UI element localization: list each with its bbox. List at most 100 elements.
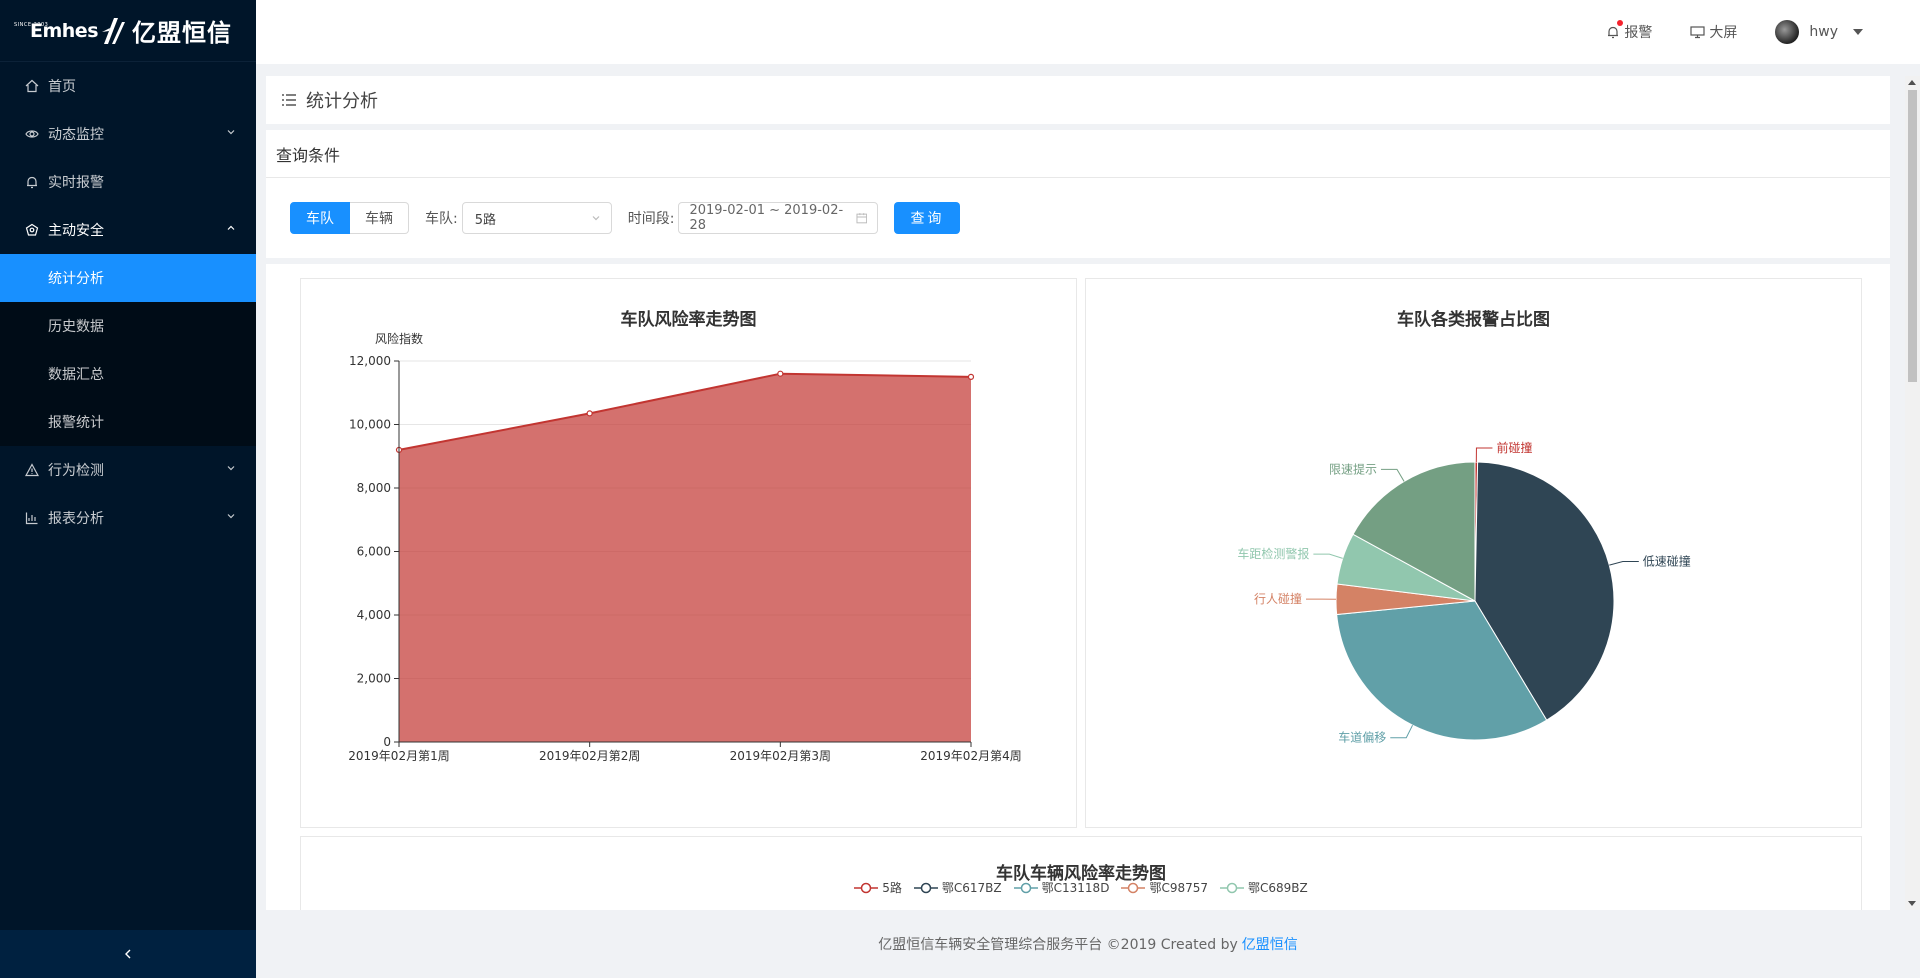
scroll-down-arrow-icon[interactable] bbox=[1908, 901, 1916, 906]
x-tick-label: 2019年02月第1周 bbox=[348, 749, 449, 763]
sidebar-item-reports[interactable]: 报表分析 bbox=[0, 494, 256, 542]
user-menu[interactable]: hwy bbox=[1775, 20, 1868, 44]
y-tick-label: 10,000 bbox=[349, 418, 391, 432]
list-icon bbox=[282, 94, 296, 106]
submenu-active-safety: 统计分析 历史数据 数据汇总 报警统计 bbox=[0, 254, 256, 446]
footer: 亿盟恒信车辆安全管理综合服务平台 ©2019 Created by 亿盟恒信 bbox=[256, 910, 1920, 978]
legend-label: 鄂C13118D bbox=[1041, 881, 1110, 895]
avatar bbox=[1775, 20, 1800, 44]
page-title-bar: 统计分析 bbox=[266, 76, 1890, 124]
fleet-risk-chart-card: 车队风险率走势图 风险指数 0 2,000 4,000 6,000 8,000 10,000… bbox=[300, 278, 1077, 828]
fleet-risk-area-chart: 风险指数 0 2,000 4,000 6,000 8,000 10,000 12,000 201… bbox=[348, 331, 1021, 763]
y-tick-label: 8,000 bbox=[357, 481, 391, 495]
x-tick-label: 2019年02月第3周 bbox=[730, 749, 831, 763]
safety-icon bbox=[24, 222, 40, 238]
pie-label: 前碰撞 bbox=[1496, 440, 1532, 455]
header-bigscreen-label: 大屏 bbox=[1709, 25, 1738, 41]
chevron-down-icon bbox=[227, 130, 235, 135]
data-point[interactable] bbox=[967, 373, 975, 380]
main-scrollbar[interactable] bbox=[1905, 76, 1920, 910]
y-tick-label: 0 bbox=[383, 735, 391, 749]
chevron-down-icon bbox=[592, 216, 600, 221]
legend-label: 鄂C617BZ bbox=[941, 881, 1002, 895]
sidebar-subitem-summary[interactable]: 数据汇总 bbox=[0, 350, 256, 398]
sidebar-item-active-safety[interactable]: 主动安全 bbox=[0, 206, 256, 254]
pie-label: 限速提示 bbox=[1329, 461, 1377, 476]
sidebar-collapse-button[interactable] bbox=[0, 930, 256, 978]
chevron-down-icon bbox=[227, 514, 235, 519]
legend-label: 鄂C98757 bbox=[1149, 881, 1208, 895]
legend-item[interactable]: 鄂C98757 bbox=[1121, 879, 1208, 896]
sidebar-item-label: 主动安全 bbox=[48, 223, 104, 239]
sidebar-item-label: 报表分析 bbox=[48, 511, 104, 527]
logo[interactable]: Emhes SINCE 2003 亿盟恒信 bbox=[0, 0, 256, 62]
sidebar-item-monitor[interactable]: 动态监控 bbox=[0, 110, 256, 158]
sidebar: Emhes SINCE 2003 亿盟恒信 首页 动态监控 实时报警 主动安全 … bbox=[0, 0, 256, 978]
pie-label-line bbox=[1313, 553, 1343, 559]
pie-label: 行人碰撞 bbox=[1254, 591, 1302, 606]
sidebar-item-label: 动态监控 bbox=[48, 127, 104, 143]
sidebar-subitem-history[interactable]: 历史数据 bbox=[0, 302, 256, 350]
sidebar-item-home[interactable]: 首页 bbox=[0, 62, 256, 110]
fleet-label: 车队: bbox=[425, 211, 458, 227]
scroll-up-arrow-icon[interactable] bbox=[1908, 80, 1916, 85]
y-tick-label: 4,000 bbox=[357, 608, 391, 622]
sidebar-subitem-alarm-stats[interactable]: 报警统计 bbox=[0, 398, 256, 446]
legend-marker-icon bbox=[1220, 882, 1244, 893]
vehicle-risk-legend: 5路 鄂C617BZ 鄂C13118D 鄂C98757 鄂C689BZ bbox=[301, 879, 1861, 896]
legend-item[interactable]: 鄂C689BZ bbox=[1220, 879, 1308, 896]
legend-item[interactable]: 鄂C13118D bbox=[1013, 879, 1110, 896]
sidebar-item-alarm[interactable]: 实时报警 bbox=[0, 158, 256, 206]
query-mode-toggle: 车队 车辆 bbox=[290, 202, 409, 234]
caret-down-icon bbox=[1853, 29, 1863, 35]
vehicle-mode-button[interactable]: 车辆 bbox=[350, 202, 409, 234]
fleet-select[interactable]: 5路 bbox=[461, 202, 612, 234]
fleet-mode-button[interactable]: 车队 bbox=[290, 202, 350, 234]
top-header: 报警 大屏 hwy bbox=[256, 0, 1920, 64]
pie-label: 车距检测警报 bbox=[1237, 546, 1309, 561]
legend-label: 5路 bbox=[882, 881, 902, 895]
vehicle-risk-chart-card: 车队车辆风险率走势图 5路 鄂C617BZ 鄂C13118D 鄂C98757 鄂C689… bbox=[300, 836, 1862, 910]
legend-item[interactable]: 5路 bbox=[854, 879, 902, 896]
x-tick-label: 2019年02月第2周 bbox=[539, 749, 640, 763]
header-alarm-label: 报警 bbox=[1624, 25, 1653, 41]
scrollbar-thumb[interactable] bbox=[1908, 90, 1917, 382]
sidebar-item-label: 行为检测 bbox=[48, 463, 104, 479]
charts-area: 车队风险率走势图 风险指数 0 2,000 4,000 6,000 8,000 10,000… bbox=[266, 264, 1890, 910]
calendar-icon bbox=[856, 213, 867, 224]
search-button[interactable]: 查询 bbox=[894, 202, 961, 234]
bell-icon bbox=[24, 174, 40, 190]
y-tick-label: 2,000 bbox=[357, 672, 391, 686]
legend-item[interactable]: 鄂C617BZ bbox=[913, 879, 1002, 896]
sidebar-subitem-stats[interactable]: 统计分析 bbox=[0, 254, 256, 302]
pie-label: 低速碰撞 bbox=[1643, 553, 1691, 568]
header-alarm-button[interactable]: 报警 bbox=[1606, 20, 1653, 42]
data-point[interactable] bbox=[586, 410, 593, 417]
sidebar-item-behavior[interactable]: 行为检测 bbox=[0, 446, 256, 494]
notification-dot bbox=[1617, 20, 1624, 26]
area-fill bbox=[399, 373, 971, 742]
chevron-up-icon bbox=[227, 225, 235, 230]
footer-text: 亿盟恒信车辆安全管理综合服务平台 ©2019 Created by bbox=[878, 937, 1238, 953]
main-scroll-area[interactable]: 统计分析 查询条件 车队 车辆 车队: 5路 时间段: 2019-02-01 ~… bbox=[266, 76, 1900, 910]
logo-cn: 亿盟恒信 bbox=[132, 19, 232, 47]
content: 统计分析 查询条件 车队 车辆 车队: 5路 时间段: 2019-02-01 ~… bbox=[256, 64, 1920, 978]
time-range-picker[interactable]: 2019-02-01 ~ 2019-02-28 bbox=[678, 202, 879, 234]
data-point[interactable] bbox=[777, 370, 784, 377]
header-bigscreen-button[interactable]: 大屏 bbox=[1690, 22, 1737, 42]
bar-chart-icon bbox=[24, 510, 40, 526]
legend-marker-icon bbox=[1013, 882, 1038, 893]
footer-link[interactable]: 亿盟恒信 bbox=[1242, 934, 1298, 954]
chevron-down-icon bbox=[227, 466, 235, 471]
time-range-label: 时间段: bbox=[627, 211, 675, 227]
legend-marker-icon bbox=[913, 882, 938, 893]
warning-icon bbox=[24, 462, 40, 478]
legend-marker-icon bbox=[854, 882, 879, 893]
y-tick-label: 12,000 bbox=[349, 354, 391, 368]
monitor-icon bbox=[1690, 26, 1705, 39]
page-title: 统计分析 bbox=[306, 91, 378, 112]
query-row: 车队 车辆 车队: 5路 时间段: 2019-02-01 ~ 2019-02-2… bbox=[266, 178, 1890, 258]
query-title: 查询条件 bbox=[266, 130, 1890, 178]
bell-icon bbox=[1608, 26, 1619, 39]
alarm-ratio-chart-card: 车队各类报警占比图 前碰撞 低速碰撞 车道偏移 行人碰撞 车距检测警报 限速提示 bbox=[1085, 278, 1862, 828]
